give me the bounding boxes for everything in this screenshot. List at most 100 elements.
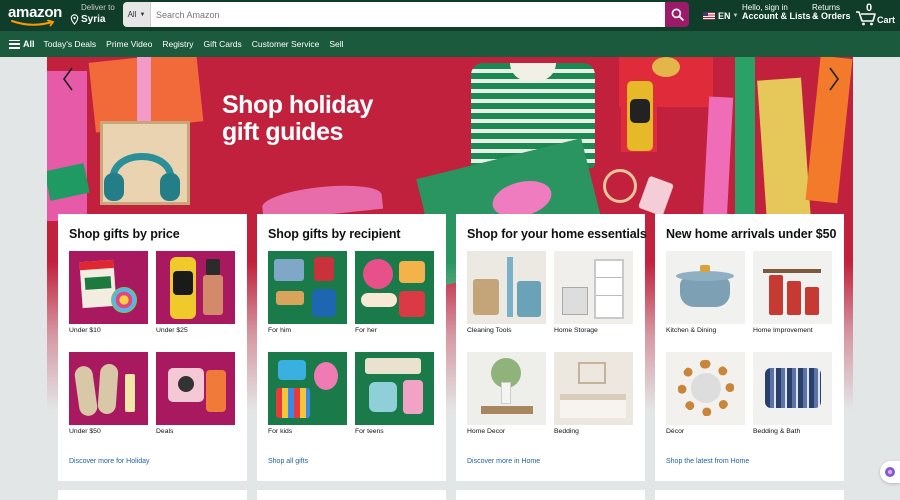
tile-image: [666, 251, 745, 324]
tile-caption: Home Storage: [554, 327, 598, 334]
tile-image: [554, 251, 633, 324]
top-nav: amazon Deliver to Syria All ▼ Search Ama…: [0, 0, 900, 31]
tile-home-decor[interactable]: Home Decor: [467, 352, 546, 435]
tile-image: [156, 251, 235, 324]
cart-label: Cart: [877, 15, 896, 25]
all-label: All: [23, 39, 35, 49]
language-label: EN: [718, 11, 731, 21]
tile-image: [69, 352, 148, 425]
nav-link-sell[interactable]: Sell: [329, 39, 343, 49]
tile-for-teens[interactable]: For teens: [355, 352, 434, 435]
tile-image: [554, 352, 633, 425]
gold-bow: [652, 57, 680, 77]
search-icon: [671, 8, 684, 21]
tile-cleaning-tools[interactable]: Cleaning Tools: [467, 251, 546, 334]
tile-image: [268, 352, 347, 425]
tile-for-him[interactable]: For him: [268, 251, 347, 334]
card-peek: [456, 490, 645, 500]
nav-link-registry[interactable]: Registry: [162, 39, 193, 49]
tile-image: [666, 352, 745, 425]
tile-decor[interactable]: Décor: [666, 352, 745, 435]
deliver-label: Deliver to: [81, 3, 115, 12]
tile-bedding-bath[interactable]: Bedding & Bath: [753, 352, 832, 435]
hero-title: Shop holiday gift guides: [222, 92, 373, 146]
card-title: Shop gifts by recipient: [268, 227, 401, 241]
nav-link-customer-service[interactable]: Customer Service: [252, 39, 320, 49]
headphones-icon: [104, 153, 180, 201]
search-bar: All ▼ Search Amazon: [123, 2, 689, 27]
card-home-essentials: Shop for your home essentials Cleaning T…: [456, 214, 647, 481]
tile-caption: Décor: [666, 428, 685, 435]
nav-link-gift-cards[interactable]: Gift Cards: [204, 39, 242, 49]
tile-under-25[interactable]: Under $25: [156, 251, 235, 334]
nav-link-todays-deals[interactable]: Today's Deals: [44, 39, 97, 49]
discover-link[interactable]: Discover more for Holiday: [69, 458, 150, 465]
tile-kitchen-dining[interactable]: Kitchen & Dining: [666, 251, 745, 334]
tile-bedding[interactable]: Bedding: [554, 352, 633, 435]
tile-image: [268, 251, 347, 324]
tile-caption: Cleaning Tools: [467, 327, 512, 334]
tile-caption: Deals: [156, 428, 174, 435]
deliver-to[interactable]: Deliver to Syria: [70, 4, 115, 25]
tile-image: [753, 352, 832, 425]
language-selector[interactable]: EN ▼: [703, 11, 738, 21]
cart-icon: [856, 11, 876, 26]
discover-link[interactable]: Discover more in Home: [467, 458, 540, 465]
search-input[interactable]: Search Amazon: [151, 2, 665, 27]
search-category-label: All: [127, 10, 137, 19]
tile-image: [467, 352, 546, 425]
all-menu-button[interactable]: All: [9, 39, 35, 49]
tile-caption: For kids: [268, 428, 293, 435]
wrapping-roll-green: [735, 57, 755, 217]
help-button[interactable]: [880, 461, 900, 483]
menu-icon: [9, 39, 20, 49]
tile-caption: Under $10: [69, 327, 101, 334]
tile-home-storage[interactable]: Home Storage: [554, 251, 633, 334]
amazon-logo[interactable]: amazon: [8, 4, 64, 28]
card-gifts-by-recipient: Shop gifts by recipient For him For her …: [257, 214, 446, 481]
card-peek: [58, 490, 247, 500]
deliver-location: Syria: [81, 13, 106, 25]
card-title: Shop gifts by price: [69, 227, 180, 241]
discover-link[interactable]: Shop all gifts: [268, 458, 308, 465]
chevron-right-icon[interactable]: [824, 66, 842, 92]
us-flag-icon: [703, 12, 715, 20]
search-button[interactable]: [665, 2, 689, 27]
tile-home-improvement[interactable]: Home Improvement: [753, 251, 832, 334]
watch-face: [630, 99, 650, 123]
caret-down-icon: ▼: [732, 13, 739, 19]
logo-smile-icon: [11, 19, 55, 27]
card-peek: [257, 490, 446, 500]
search-category-select[interactable]: All ▼: [123, 2, 151, 27]
account-menu[interactable]: Hello, sign in Account & Lists ▼: [742, 3, 819, 22]
cart-button[interactable]: 0 Cart: [855, 2, 897, 28]
nav-link-prime-video[interactable]: Prime Video: [106, 39, 152, 49]
chevron-left-icon[interactable]: [60, 66, 78, 92]
hero-title-line1: Shop holiday: [222, 91, 373, 119]
tile-caption: Kitchen & Dining: [666, 327, 717, 334]
tile-deals[interactable]: Deals: [156, 352, 235, 435]
tile-caption: For her: [355, 327, 377, 334]
scissors: [603, 169, 637, 203]
card-peek: [655, 490, 844, 500]
tile-image: [156, 352, 235, 425]
tile-image: [355, 251, 434, 324]
orders-label: & Orders: [812, 11, 851, 22]
tile-under-10[interactable]: Under $10: [69, 251, 148, 334]
tile-caption: Under $25: [156, 327, 188, 334]
tile-under-50[interactable]: Under $50: [69, 352, 148, 435]
search-placeholder: Search Amazon: [156, 9, 220, 20]
tile-for-her[interactable]: For her: [355, 251, 434, 334]
help-icon: [885, 467, 895, 477]
tile-caption: Home Decor: [467, 428, 506, 435]
sub-nav: All Today's Deals Prime Video Registry G…: [0, 31, 900, 57]
tile-for-kids[interactable]: For kids: [268, 352, 347, 435]
tile-caption: Bedding: [554, 428, 579, 435]
tile-image: [753, 251, 832, 324]
location-pin-icon: [70, 14, 79, 25]
discover-link[interactable]: Shop the latest from Home: [666, 458, 749, 465]
tile-caption: Under $50: [69, 428, 101, 435]
tile-caption: For him: [268, 327, 292, 334]
tile-image: [355, 352, 434, 425]
returns-orders[interactable]: Returns & Orders: [812, 3, 851, 22]
